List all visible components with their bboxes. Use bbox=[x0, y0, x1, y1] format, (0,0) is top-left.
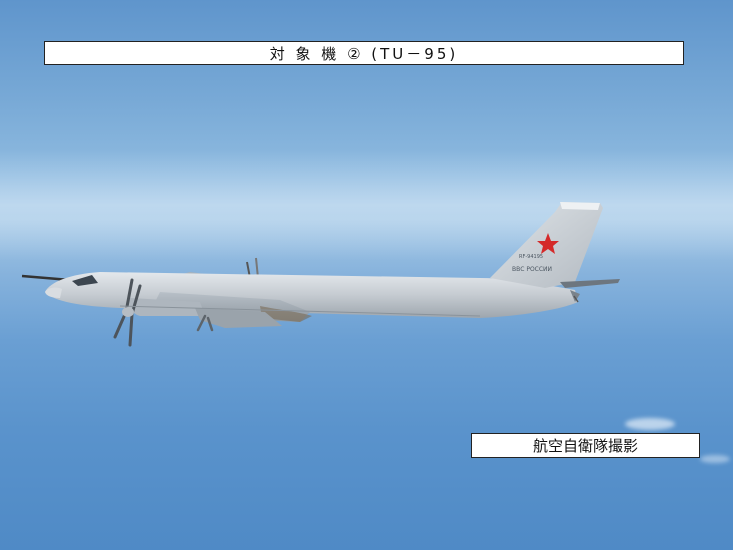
tu95-bomber-aircraft: RF-94195 ВВС РОССИИ bbox=[21, 202, 620, 347]
tail-marking: ВВС РОССИИ bbox=[512, 266, 552, 273]
tail-tip bbox=[560, 202, 600, 210]
photo-credit-box: 航空自衛隊撮影 bbox=[471, 433, 700, 458]
tail-registration: RF-94195 bbox=[519, 254, 543, 260]
sky-photo: RF-94195 ВВС РОССИИ bbox=[0, 0, 733, 550]
caption-title-box: 対 象 機 ② (TU－95) bbox=[44, 41, 684, 65]
photo-credit: 航空自衛隊撮影 bbox=[532, 437, 638, 455]
caption-title: 対 象 機 ② (TU－95) bbox=[269, 44, 459, 63]
propeller-spinner bbox=[122, 307, 134, 317]
